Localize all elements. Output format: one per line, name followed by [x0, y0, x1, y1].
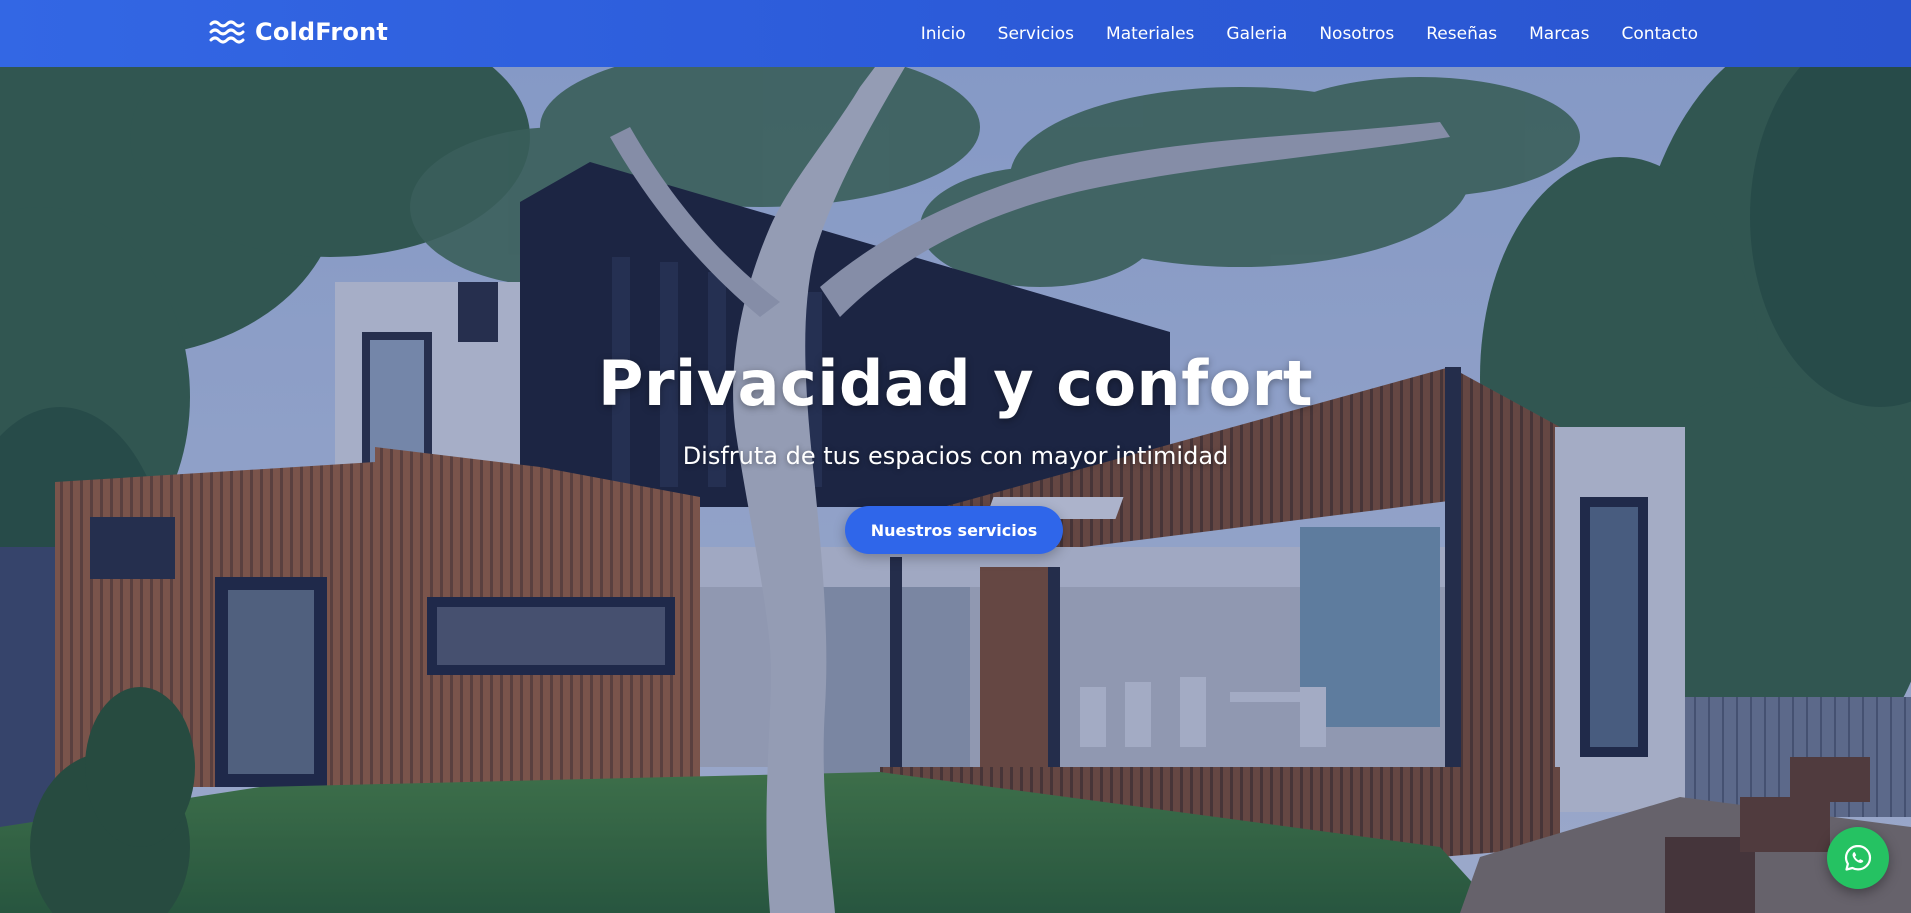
hero-section: Privacidad y confort Disfruta de tus esp…	[0, 67, 1911, 913]
nav-item-marcas[interactable]: Marcas	[1529, 24, 1589, 44]
nav-item-nosotros[interactable]: Nosotros	[1319, 24, 1394, 44]
waves-icon	[209, 20, 245, 44]
hero-title: Privacidad y confort	[598, 347, 1313, 420]
nav-item-contacto[interactable]: Contacto	[1621, 24, 1698, 44]
whatsapp-button[interactable]	[1827, 827, 1889, 889]
brand-name: ColdFront	[255, 18, 389, 46]
services-cta-button[interactable]: Nuestros servicios	[845, 506, 1063, 554]
nav-item-materiales[interactable]: Materiales	[1106, 24, 1194, 44]
whatsapp-icon	[1844, 844, 1872, 871]
main-nav: Inicio Servicios Materiales Galeria Noso…	[921, 0, 1698, 67]
site-header: ColdFront Inicio Servicios Materiales Ga…	[0, 0, 1911, 67]
nav-item-galeria[interactable]: Galeria	[1226, 24, 1287, 44]
nav-item-servicios[interactable]: Servicios	[998, 24, 1074, 44]
brand-logo[interactable]: ColdFront	[209, 18, 388, 46]
hero-subtitle: Disfruta de tus espacios con mayor intim…	[682, 442, 1229, 470]
hero-overlay	[0, 67, 1911, 913]
nav-item-resenas[interactable]: Reseñas	[1426, 24, 1497, 44]
nav-item-inicio[interactable]: Inicio	[921, 24, 966, 44]
